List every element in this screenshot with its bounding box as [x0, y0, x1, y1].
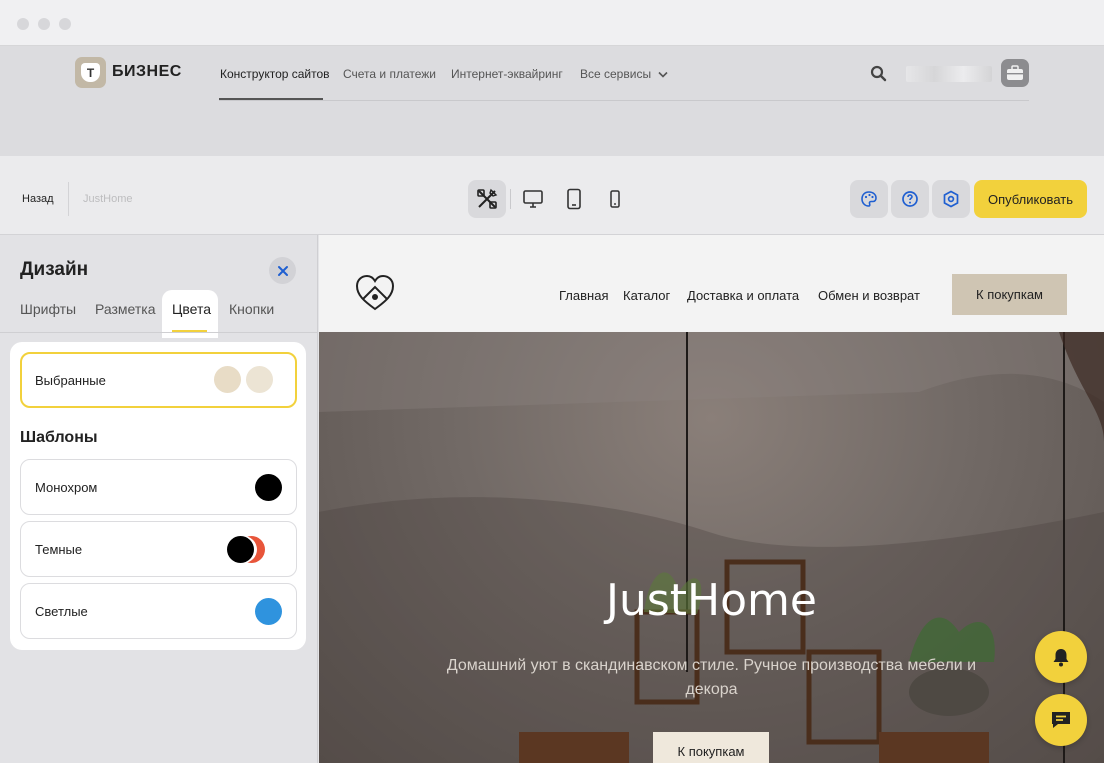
hexagon-settings-icon [943, 190, 959, 208]
nav-divider [219, 100, 1029, 101]
tablet-view-button[interactable] [555, 180, 593, 218]
heart-home-icon [355, 274, 395, 311]
palette-button[interactable] [850, 180, 888, 218]
toolbar-divider [68, 182, 69, 216]
mobile-view-button[interactable] [596, 180, 634, 218]
hero-subtitle: Домашний уют в скандинавском стиле. Ручн… [446, 657, 977, 698]
tablet-icon [567, 188, 581, 210]
brand-logo-letter: Т [81, 63, 100, 82]
preview-logo[interactable] [354, 273, 396, 318]
brand-name[interactable]: БИЗНЕС [112, 63, 182, 81]
nav-item-all-services-label: Все сервисы [580, 67, 652, 81]
chevron-down-icon [658, 72, 668, 78]
bell-icon [1053, 649, 1069, 667]
search-button[interactable] [870, 65, 887, 87]
color-swatch [255, 474, 282, 501]
chat-icon [1052, 712, 1070, 728]
tab-fonts[interactable]: Шрифты [20, 301, 76, 317]
account-avatar[interactable] [1001, 59, 1029, 87]
color-template-label: Темные [35, 542, 83, 557]
color-template-label: Монохром [35, 480, 98, 495]
nav-item-all-services[interactable]: Все сервисы [580, 67, 668, 81]
nav-item-site-builder[interactable]: Конструктор сайтов [220, 67, 330, 81]
color-template-monochrome[interactable]: Монохром [20, 459, 297, 515]
desktop-view-button[interactable] [514, 180, 552, 218]
preview-nav-catalog[interactable]: Каталог [623, 288, 670, 303]
tab-buttons[interactable]: Кнопки [229, 301, 274, 317]
window-maximize-dot[interactable] [59, 18, 71, 30]
design-panel: Дизайн Шрифты Разметка Цвета Кнопки Выбр… [0, 235, 318, 763]
color-option-label: Выбранные [35, 373, 106, 388]
search-icon [870, 65, 887, 82]
color-swatch-primary [214, 366, 241, 393]
close-icon [277, 265, 288, 276]
panel-title: Дизайн [20, 259, 89, 280]
settings-button[interactable] [932, 180, 970, 218]
brand-logo[interactable]: Т [75, 57, 106, 88]
panel-close-button[interactable] [269, 257, 296, 284]
nav-item-acquiring[interactable]: Интернет-эквайринг [451, 67, 563, 81]
hero-cta-button[interactable]: К покупкам [653, 732, 769, 763]
tab-active-indicator [172, 330, 207, 332]
color-template-dark[interactable]: Темные [20, 521, 297, 577]
color-swatch-secondary [246, 366, 273, 393]
preview-nav-delivery[interactable]: Доставка и оплата [687, 288, 799, 303]
design-tools-icon [477, 188, 498, 209]
color-template-light[interactable]: Светлые [20, 583, 297, 639]
preview-header: Главная Каталог Доставка и оплата Обмен … [319, 235, 1104, 332]
toolbar-separator [510, 189, 511, 209]
tab-colors[interactable]: Цвета [172, 301, 211, 317]
briefcase-icon [1007, 65, 1023, 80]
colors-card: Выбранные Шаблоны Монохром Темные Светлы… [10, 342, 306, 650]
window-chrome [0, 0, 1104, 46]
tabs-divider [0, 332, 318, 333]
preview-nav-home[interactable]: Главная [559, 288, 608, 303]
window-minimize-dot[interactable] [38, 18, 50, 30]
editor-toolbar: Назад JustHome Опубликовать [0, 156, 1104, 235]
site-name: JustHome [83, 193, 133, 205]
color-swatch-base [227, 536, 254, 563]
palette-icon [861, 191, 877, 207]
nav-item-invoices[interactable]: Счета и платежи [343, 67, 436, 81]
tab-layout[interactable]: Разметка [95, 301, 156, 317]
desktop-icon [523, 190, 543, 208]
preview-hero: JustHome Домашний уют в скандинавском ст… [319, 332, 1104, 763]
templates-title: Шаблоны [20, 429, 98, 446]
color-swatch [255, 598, 282, 625]
color-option-selected[interactable]: Выбранные [20, 352, 297, 408]
blurred-account-name [906, 66, 992, 82]
color-template-label: Светлые [35, 604, 88, 619]
mobile-icon [610, 190, 620, 208]
site-header: Т БИЗНЕС Конструктор сайтов Счета и плат… [0, 46, 1104, 156]
publish-button[interactable]: Опубликовать [974, 180, 1087, 218]
question-icon [902, 191, 918, 207]
help-button[interactable] [891, 180, 929, 218]
design-tools-button[interactable] [468, 180, 506, 218]
preview-header-cta[interactable]: К покупкам [952, 274, 1067, 315]
window-close-dot[interactable] [17, 18, 29, 30]
chat-button[interactable] [1035, 694, 1087, 746]
site-preview: Главная Каталог Доставка и оплата Обмен … [319, 235, 1104, 763]
preview-nav-returns[interactable]: Обмен и возврат [818, 288, 920, 303]
back-button[interactable]: Назад [22, 193, 54, 205]
notifications-button[interactable] [1035, 631, 1087, 683]
hero-title: JustHome [606, 575, 817, 626]
